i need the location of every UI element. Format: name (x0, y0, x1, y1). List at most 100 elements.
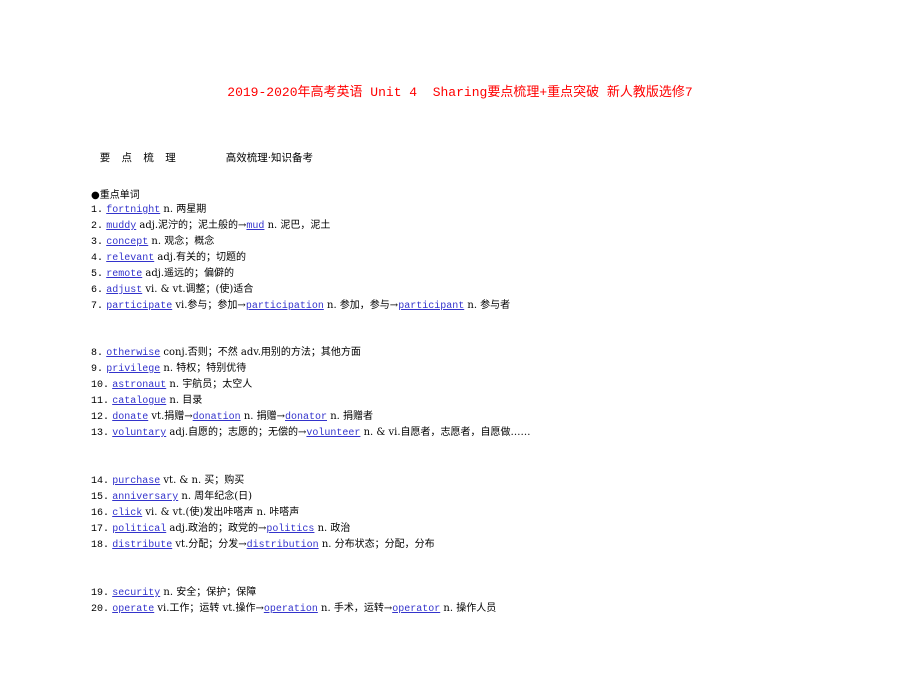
vocab-item: 14. purchase vt. & n. 买；购买 (91, 473, 435, 489)
item-number: 5. (91, 269, 104, 280)
vocab-word-link[interactable]: participation (246, 301, 324, 312)
vocab-item: 6. adjust vi. & vt.调整；(使)适合 (91, 282, 510, 298)
vocab-item: 7. participate vi.参与；参加→participation n.… (91, 298, 510, 314)
vocab-word-link[interactable]: operation (264, 604, 318, 615)
vocab-definition: n. 分布状态；分配，分布 (318, 539, 435, 550)
vocab-word-link[interactable]: click (112, 508, 142, 519)
vocab-definition: n. 两星期 (160, 204, 207, 215)
vocab-word-link[interactable]: participant (398, 301, 464, 312)
vocab-definition: n. 观念；概念 (148, 236, 215, 247)
vocab-definition: adj.政治的；政党的→ (166, 523, 267, 534)
vocab-word-link[interactable]: mud (246, 221, 264, 232)
vocab-item: 2. muddy adj.泥泞的；泥土般的→mud n. 泥巴，泥土 (91, 218, 510, 234)
vocab-definition: n. 参与者 (464, 300, 511, 311)
vocab-definition: n. 目录 (166, 395, 203, 406)
subsection-title: ●重点单词 (91, 190, 140, 201)
vocab-definition: n. 特权；特别优待 (160, 363, 247, 374)
vocab-word-link[interactable]: remote (106, 269, 142, 280)
vocab-word-link[interactable]: security (112, 588, 160, 599)
item-number: 19. (91, 588, 110, 599)
vocab-word-link[interactable]: fortnight (106, 205, 160, 216)
item-number: 15. (91, 492, 110, 503)
vocab-definition: n. 捐赠者 (327, 411, 373, 422)
vocab-item: 16. click vi. & vt.(使)发出咔嗒声 n. 咔嗒声 (91, 505, 435, 521)
vocab-item: 3. concept n. 观念；概念 (91, 234, 510, 250)
vocab-word-link[interactable]: volunteer (306, 428, 360, 439)
vocab-definition: n. 参加，参与→ (323, 300, 399, 311)
section-header-left: 要 点 梳 理 (99, 152, 180, 164)
vocab-group-1: 1. fortnight n. 两星期 2. muddy adj.泥泞的；泥土般的… (91, 202, 510, 314)
vocab-definition: n. 周年纪念(日) (178, 491, 252, 502)
vocab-item: 8. otherwise conj.否则；不然 adv.用别的方法；其他方面 (91, 345, 531, 361)
vocab-word-link[interactable]: relevant (106, 253, 154, 264)
item-number: 7. (91, 301, 104, 312)
vocab-word-link[interactable]: participate (106, 301, 172, 312)
section-header-right: 高效梳理·知识备考 (225, 152, 314, 164)
vocab-definition: vt.捐赠→ (148, 411, 193, 422)
vocab-word-link[interactable]: concept (106, 237, 148, 248)
vocab-definition: n. 安全；保护；保障 (160, 587, 257, 598)
item-number: 10. (91, 380, 110, 391)
vocab-definition: conj.否则；不然 adv.用别的方法；其他方面 (160, 347, 361, 358)
vocab-definition: n. 宇航员；太空人 (166, 379, 253, 390)
item-number: 12. (91, 412, 110, 423)
item-number: 6. (91, 285, 104, 296)
vocab-item: 1. fortnight n. 两星期 (91, 202, 510, 218)
vocab-word-link[interactable]: political (112, 524, 166, 535)
item-number: 13. (91, 428, 110, 439)
vocab-word-link[interactable]: donation (193, 412, 241, 423)
vocab-word-link[interactable]: purchase (112, 476, 160, 487)
vocab-item: 4. relevant adj.有关的；切题的 (91, 250, 510, 266)
vocab-group-2: 8. otherwise conj.否则；不然 adv.用别的方法；其他方面 9.… (91, 345, 531, 441)
vocab-definition: adj.遥远的；偏僻的 (142, 268, 235, 279)
vocab-definition: adj.有关的；切题的 (154, 252, 247, 263)
vocab-item: 11. catalogue n. 目录 (91, 393, 531, 409)
item-number: 16. (91, 508, 110, 519)
vocab-word-link[interactable]: donator (285, 412, 327, 423)
item-number: 20. (91, 604, 110, 615)
section-header: 要 点 梳 理 高效梳理·知识备考 (93, 138, 313, 165)
vocab-definition: n. & vi.自愿者，志愿者，自愿做…… (360, 427, 531, 438)
vocab-item: 12. donate vt.捐赠→donation n. 捐赠→donator … (91, 409, 531, 425)
vocab-group-4: 19. security n. 安全；保护；保障 20. operate vi.工… (91, 585, 496, 617)
item-number: 3. (91, 237, 104, 248)
vocab-word-link[interactable]: politics (266, 524, 314, 535)
item-number: 14. (91, 476, 110, 487)
vocab-word-link[interactable]: otherwise (106, 348, 160, 359)
vocab-item: 9. privilege n. 特权；特别优待 (91, 361, 531, 377)
vocab-definition: vi.工作；运转 vt.操作→ (154, 603, 264, 614)
vocab-word-link[interactable]: operate (112, 604, 154, 615)
vocab-definition: vt.分配；分发→ (172, 539, 247, 550)
document-title: 2019-2020年高考英语 Unit 4 Sharing要点梳理+重点突破 新… (227, 85, 693, 100)
vocab-item: 15. anniversary n. 周年纪念(日) (91, 489, 435, 505)
vocab-definition: n. 捐赠→ (240, 411, 285, 422)
vocab-word-link[interactable]: voluntary (112, 428, 166, 439)
vocab-item: 13. voluntary adj.自愿的；志愿的；无偿的→volunteer … (91, 425, 531, 441)
item-number: 17. (91, 524, 110, 535)
vocab-word-link[interactable]: catalogue (112, 396, 166, 407)
vocab-item: 18. distribute vt.分配；分发→distribution n. … (91, 537, 435, 553)
vocab-word-link[interactable]: anniversary (112, 492, 178, 503)
vocab-item: 17. political adj.政治的；政党的→politics n. 政治 (91, 521, 435, 537)
vocab-definition: adj.泥泞的；泥土般的→ (136, 220, 247, 231)
vocab-word-link[interactable]: privilege (106, 364, 160, 375)
vocab-word-link[interactable]: muddy (106, 221, 136, 232)
vocab-definition: vi. & vt.调整；(使)适合 (142, 284, 254, 295)
item-number: 8. (91, 348, 104, 359)
vocab-definition: vi. & vt.(使)发出咔嗒声 n. 咔嗒声 (142, 507, 300, 518)
vocab-word-link[interactable]: adjust (106, 285, 142, 296)
item-number: 2. (91, 221, 104, 232)
vocab-word-link[interactable]: donate (112, 412, 148, 423)
item-number: 4. (91, 253, 104, 264)
vocab-item: 10. astronaut n. 宇航员；太空人 (91, 377, 531, 393)
vocab-word-link[interactable]: astronaut (112, 380, 166, 391)
vocab-word-link[interactable]: distribution (247, 540, 319, 551)
vocab-item: 5. remote adj.遥远的；偏僻的 (91, 266, 510, 282)
item-number: 1. (91, 205, 104, 216)
item-number: 11. (91, 396, 110, 407)
vocab-word-link[interactable]: operator (392, 604, 440, 615)
vocab-definition: n. 手术，运转→ (317, 603, 393, 614)
vocab-definition: n. 操作人员 (440, 603, 497, 614)
vocab-definition: vt. & n. 买；购买 (160, 475, 245, 486)
vocab-word-link[interactable]: distribute (112, 540, 172, 551)
